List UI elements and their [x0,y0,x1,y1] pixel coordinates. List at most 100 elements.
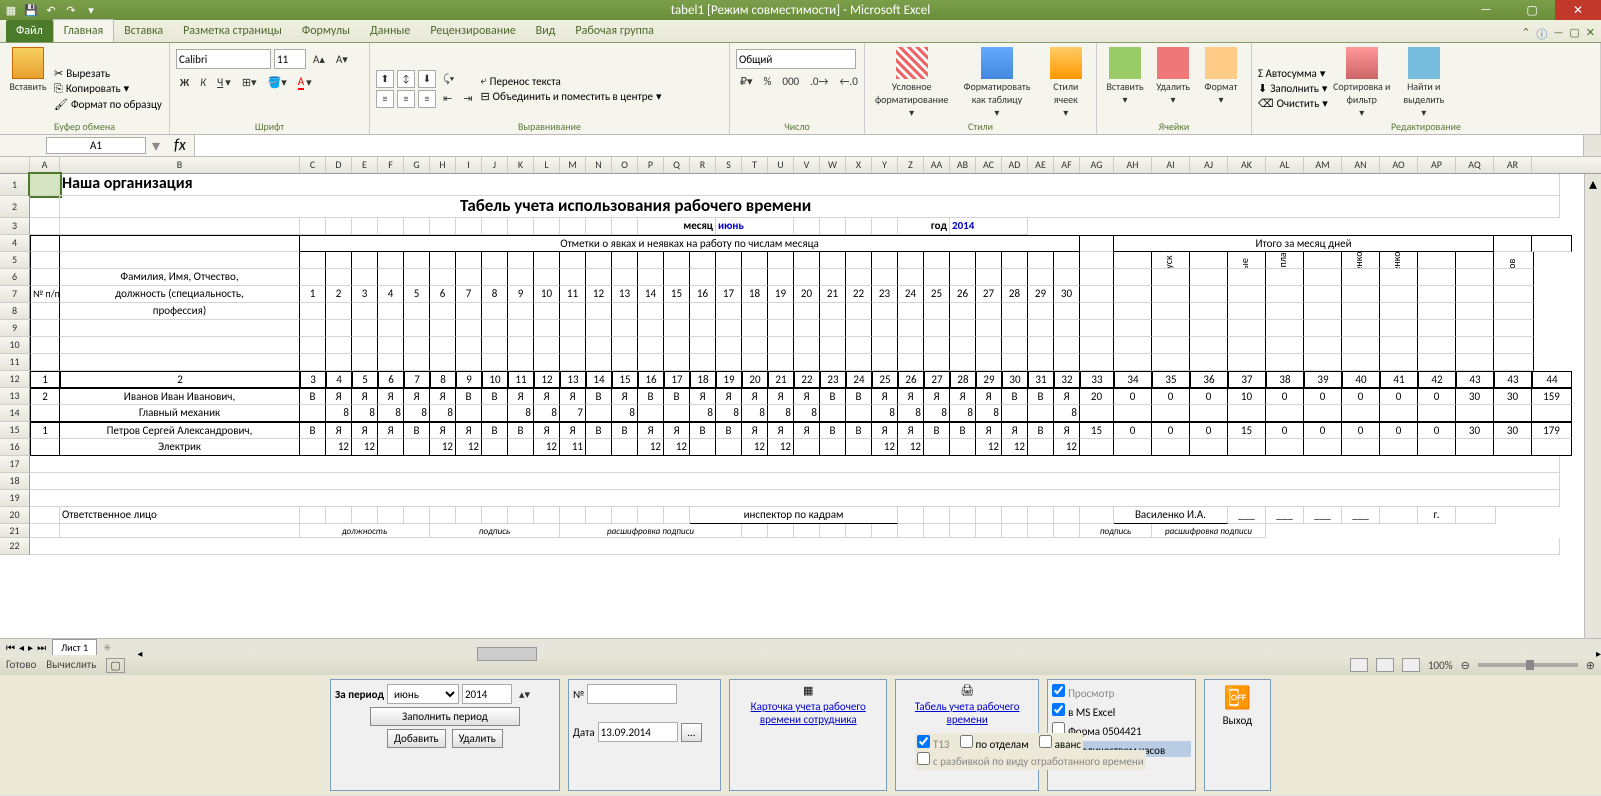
scroll-left-button[interactable]: ◂ [137,647,142,660]
col-header[interactable]: F [378,157,404,173]
row-header[interactable]: 13 [0,388,30,405]
excel-checkbox[interactable]: в MS Excel [1052,703,1191,719]
align-right-button[interactable]: ≡ [418,90,436,108]
col-header[interactable]: AM [1304,157,1342,173]
find-select-button[interactable]: Найти и выделить▾ [1396,45,1452,132]
bydept-checkbox[interactable]: по отделам [960,735,1029,751]
merge-center-button[interactable]: ⊟Объединить и поместить в центре▾ [480,90,661,103]
font-size-combo[interactable] [274,49,306,69]
col-header[interactable]: A [30,157,60,173]
border-button[interactable]: ⊞▾ [238,74,261,91]
scroll-thumb[interactable] [477,647,537,661]
col-header[interactable]: C [300,157,326,173]
col-header[interactable]: AQ [1456,157,1494,173]
add-button[interactable]: Добавить [387,729,446,748]
font-color-button[interactable]: A▾ [294,73,316,92]
fill-button[interactable]: ⬇Заполнить▾ [1258,82,1328,95]
row-header[interactable]: 22 [0,538,30,555]
date-input[interactable] [598,722,678,742]
col-header[interactable]: AF [1054,157,1080,173]
row-header[interactable]: 3 [0,218,30,235]
col-header[interactable]: X [846,157,872,173]
sort-filter-button[interactable]: Сортировка и фильтр▾ [1332,45,1392,132]
align-center-button[interactable]: ≡ [397,90,415,108]
currency-button[interactable]: ₽▾ [736,73,757,90]
vertical-scrollbar[interactable]: ▴ [1584,174,1601,638]
row-header[interactable]: 10 [0,337,30,354]
decrease-decimal-button[interactable]: ←.0 [835,73,861,90]
col-header[interactable]: G [404,157,430,173]
exit-button[interactable]: Выход [1223,714,1253,727]
zoom-slider[interactable] [1478,663,1578,667]
format-painter-button[interactable]: 🖌Формат по образцу [54,98,162,111]
autosum-button[interactable]: Σ Автосумма▾ [1258,67,1328,80]
sheet-nav-first[interactable]: ⏮ [6,641,15,654]
col-header[interactable]: H [430,157,456,173]
col-header[interactable]: AB [950,157,976,173]
col-header[interactable]: K [508,157,534,173]
cut-button[interactable]: ✂Вырезать [54,67,162,80]
col-header[interactable]: L [534,157,560,173]
col-header[interactable]: AK [1228,157,1266,173]
percent-button[interactable]: % [760,73,776,90]
sheet-nav-last[interactable]: ⏭ [37,641,46,654]
col-header[interactable]: V [794,157,820,173]
breakdown-checkbox[interactable]: с разбивкой по виду отработанного времен… [917,755,1144,768]
align-left-button[interactable]: ≡ [376,90,394,108]
cond-format-button[interactable]: Условное форматирование▾ [871,45,952,132]
window-restore-icon[interactable]: ▢ [1569,26,1579,42]
num-input[interactable] [587,684,677,704]
period-year-input[interactable] [462,684,512,704]
delete-button[interactable]: Удалить [452,729,503,748]
col-header[interactable]: AN [1342,157,1380,173]
align-top-button[interactable]: ⬆ [376,70,394,88]
increase-indent-button[interactable]: ⇥ [459,90,476,107]
decrease-font-button[interactable]: A▾ [332,51,352,68]
col-header[interactable]: R [690,157,716,173]
tab-team[interactable]: Рабочая группа [565,20,663,42]
tab-review[interactable]: Рецензирование [420,20,525,42]
year-stepper[interactable]: ▴▾ [515,686,534,703]
table-format-button[interactable]: Форматировать как таблицу▾ [956,45,1037,132]
undo-icon[interactable]: ↶ [44,3,58,17]
col-header[interactable]: AJ [1190,157,1228,173]
paste-button[interactable]: Вставить [6,45,50,132]
col-header[interactable]: T [742,157,768,173]
row-header[interactable]: 5 [0,252,30,269]
row-header[interactable]: 16 [0,439,30,456]
window-min-icon[interactable]: — [1553,26,1563,42]
row-header[interactable]: 14 [0,405,30,422]
scroll-right-button[interactable]: ▸ [1596,647,1601,660]
row-header[interactable]: 7 [0,286,30,303]
row-header[interactable]: 19 [0,490,30,507]
minimize-button[interactable]: — [1463,0,1509,20]
increase-decimal-button[interactable]: .0→ [806,73,832,90]
qat-dropdown-icon[interactable]: ▾ [84,3,98,17]
minimize-ribbon-icon[interactable]: ⌃ [1521,26,1530,42]
row-header[interactable]: 6 [0,269,30,286]
row-header[interactable]: 15 [0,422,30,439]
worksheet-grid[interactable]: ABCDEFGHIJKLMNOPQRSTUVWXYZAAABACADAEAFAG… [0,157,1601,638]
formula-input[interactable] [194,135,1583,156]
row-header[interactable]: 18 [0,473,30,490]
scroll-up-button[interactable]: ▴ [1585,174,1601,190]
close-button[interactable]: ✕ [1555,0,1601,20]
col-header[interactable]: AE [1028,157,1054,173]
date-picker-button[interactable]: … [681,723,703,742]
increase-font-button[interactable]: A▴ [309,51,329,68]
fill-color-button[interactable]: 🪣▾ [264,74,291,91]
timesheet-link[interactable]: Табель учета рабочего времени [900,700,1034,726]
col-header[interactable]: AO [1380,157,1418,173]
name-box[interactable] [46,137,146,154]
row-header[interactable]: 17 [0,456,30,473]
formula-expand-button[interactable] [1583,135,1601,156]
help-icon[interactable]: ⓘ [1536,26,1547,42]
row-header[interactable]: 9 [0,320,30,337]
col-header[interactable]: AR [1494,157,1532,173]
col-header[interactable]: AC [976,157,1002,173]
col-header[interactable]: N [586,157,612,173]
format-cells-button[interactable]: Формат▾ [1199,45,1243,132]
avans-checkbox[interactable]: аванс [1039,735,1081,751]
col-header[interactable]: S [716,157,742,173]
tab-insert[interactable]: Вставка [114,20,173,42]
